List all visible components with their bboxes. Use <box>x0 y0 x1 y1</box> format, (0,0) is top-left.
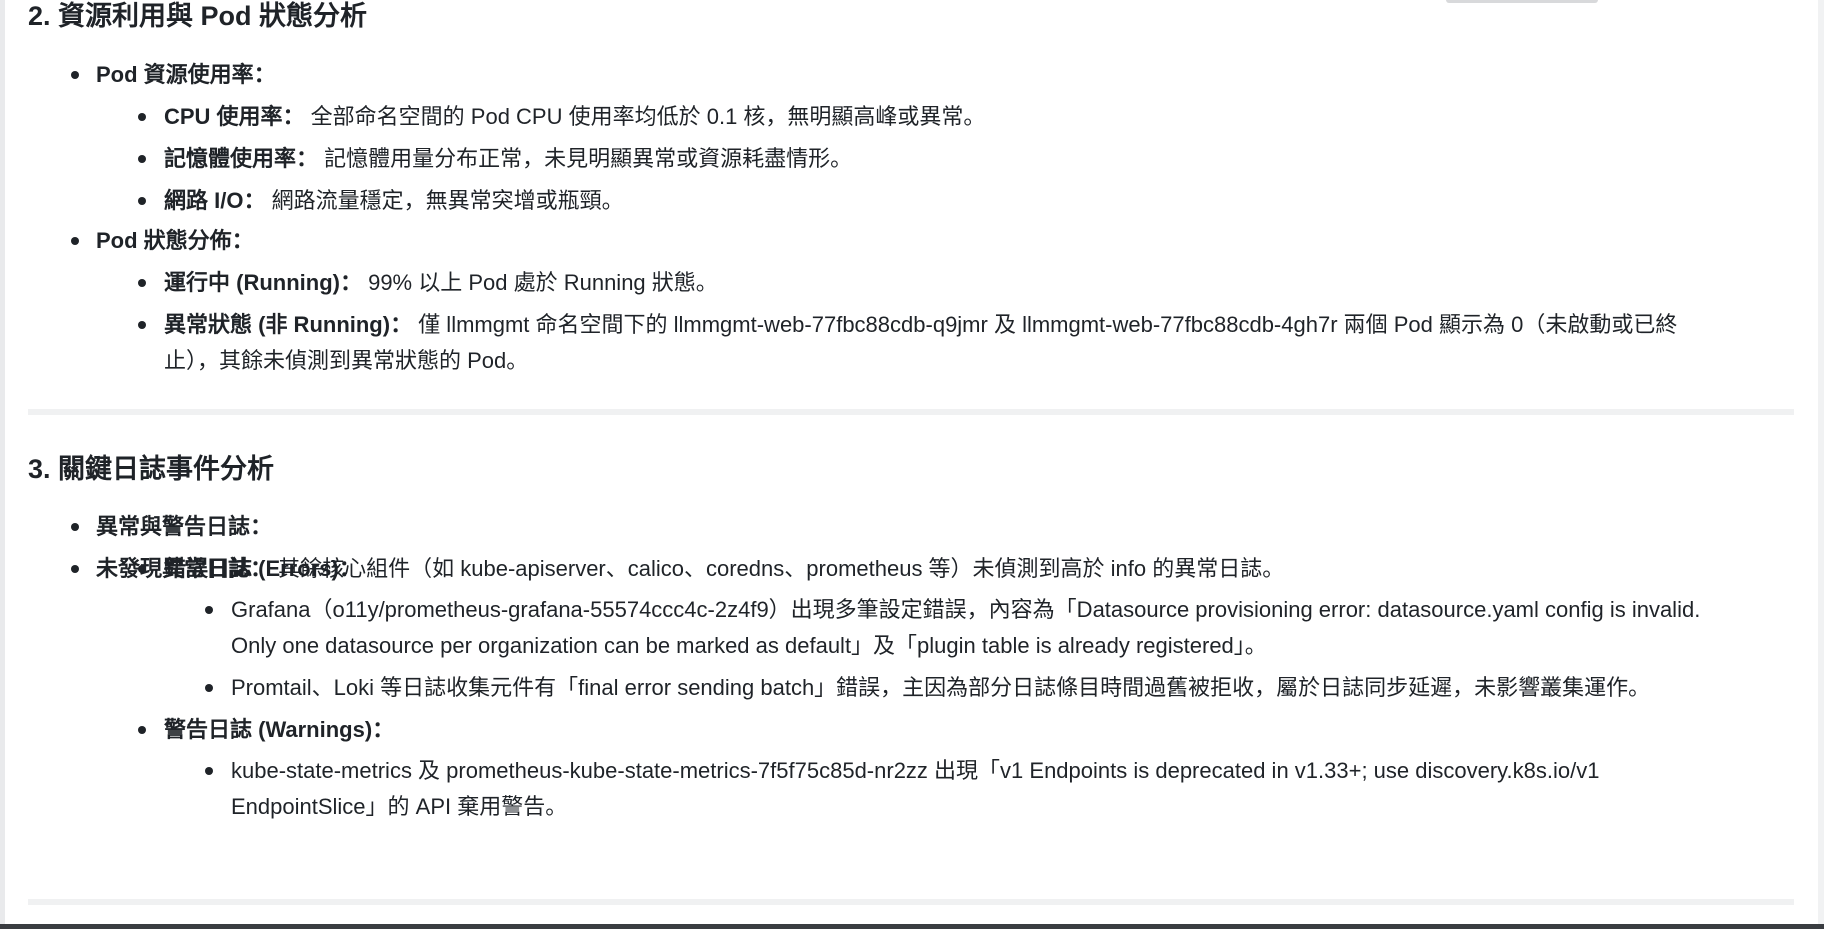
right-scroll-area[interactable] <box>1818 0 1824 929</box>
list-item: Pod 資源使用率： CPU 使用率： 全部命名空間的 Pod CPU 使用率均… <box>28 57 1798 213</box>
item-text: 其餘核心組件（如 kube-apiserver、calico、coredns、p… <box>272 556 1285 581</box>
section-divider <box>28 899 1794 905</box>
floating-toolbar-edge <box>1446 0 1598 3</box>
list-item: 運行中 (Running)： 99% 以上 Pod 處於 Running 狀態。 <box>28 265 1798 307</box>
item-label: 未發現異常日誌： <box>96 556 273 581</box>
item-label: Pod 狀態分佈： <box>96 228 254 253</box>
section-2-list: Pod 資源使用率： CPU 使用率： 全部命名空間的 Pod CPU 使用率均… <box>28 57 1798 213</box>
bottom-bar <box>0 924 1824 929</box>
sub-sub-list: Grafana（o11y/prometheus-grafana-55574ccc… <box>164 592 1798 706</box>
list-item: kube-state-metrics 及 prometheus-kube-sta… <box>28 753 1798 825</box>
list-item: CPU 使用率： 全部命名空間的 Pod CPU 使用率均低於 0.1 核，無明… <box>28 99 1798 141</box>
sub-sub-list: kube-state-metrics 及 prometheus-kube-sta… <box>164 753 1798 825</box>
item-label: 記憶體使用率： <box>164 146 319 171</box>
item-label: 運行中 (Running)： <box>164 270 362 295</box>
item-text: 網路流量穩定，無異常突增或瓶頸。 <box>265 188 624 213</box>
section-3-body: 異常與警告日誌： 錯誤日誌 (Errors)： Grafana（o11y/pro… <box>28 509 1798 819</box>
item-label: 網路 I/O： <box>164 188 266 213</box>
item-text-continued: EndpointSlice」的 API 棄用警告。 <box>231 794 568 819</box>
item-label: Pod 資源使用率： <box>96 62 276 87</box>
sub-list: CPU 使用率： 全部命名空間的 Pod CPU 使用率均低於 0.1 核，無明… <box>96 99 1798 225</box>
list-item: 網路 I/O： 網路流量穩定，無異常突增或瓶頸。 <box>28 183 1798 225</box>
list-item: 警告日誌 (Warnings)： kube-state-metrics 及 pr… <box>28 712 1798 825</box>
item-text-continued: 止），其餘未偵測到異常狀態的 Pod。 <box>164 348 529 373</box>
section-2-body: Pod 資源使用率： CPU 使用率： 全部命名空間的 Pod CPU 使用率均… <box>28 57 1798 213</box>
item-label: 警告日誌 (Warnings)： <box>164 717 395 742</box>
section-3-list: 異常與警告日誌： 錯誤日誌 (Errors)： Grafana（o11y/pro… <box>28 509 1798 819</box>
item-text: 全部命名空間的 Pod CPU 使用率均低於 0.1 核，無明顯高峰或異常。 <box>304 104 986 129</box>
section-2-title: 2. 資源利用與 Pod 狀態分析 <box>28 1 368 31</box>
item-text: kube-state-metrics 及 prometheus-kube-sta… <box>231 758 1600 783</box>
document-viewport: 2. 資源利用與 Pod 狀態分析 Pod 資源使用率： CPU 使用率： 全部… <box>0 0 1824 929</box>
item-text: Grafana（o11y/prometheus-grafana-55574ccc… <box>231 597 1701 622</box>
item-text: Promtail、Loki 等日誌收集元件有「final error sendi… <box>231 675 1651 700</box>
list-item: 未發現異常日誌： 其餘核心組件（如 kube-apiserver、calico、… <box>28 551 1798 587</box>
list-item: 記憶體使用率： 記憶體用量分布正常，未見明顯異常或資源耗盡情形。 <box>28 141 1798 183</box>
sub-list: 錯誤日誌 (Errors)： Grafana（o11y/prometheus-g… <box>96 551 1798 825</box>
list-item: 異常狀態 (非 Running)： 僅 llmmgmt 命名空間下的 llmmg… <box>28 307 1798 379</box>
item-label: CPU 使用率： <box>164 104 305 129</box>
section-3-title: 3. 關鍵日誌事件分析 <box>28 454 275 484</box>
list-item: Pod 狀態分佈： 運行中 (Running)： 99% 以上 Pod 處於 R… <box>28 223 1798 373</box>
section-2-body-b: Pod 狀態分佈： 運行中 (Running)： 99% 以上 Pod 處於 R… <box>28 223 1798 373</box>
list-item: 異常與警告日誌： 錯誤日誌 (Errors)： Grafana（o11y/pro… <box>28 509 1798 819</box>
item-text: 99% 以上 Pod 處於 Running 狀態。 <box>361 270 718 295</box>
section-2-list-b: Pod 狀態分佈： 運行中 (Running)： 99% 以上 Pod 處於 R… <box>28 223 1798 373</box>
list-item: Promtail、Loki 等日誌收集元件有「final error sendi… <box>28 670 1798 706</box>
item-label: 異常與警告日誌： <box>96 514 273 539</box>
item-text: 記憶體用量分布正常，未見明顯異常或資源耗盡情形。 <box>318 146 853 171</box>
item-label: 異常狀態 (非 Running)： <box>164 312 413 337</box>
list-item: Grafana（o11y/prometheus-grafana-55574ccc… <box>28 592 1798 664</box>
sub-list: 運行中 (Running)： 99% 以上 Pod 處於 Running 狀態。… <box>96 265 1798 379</box>
item-text-continued: Only one datasource per organization can… <box>231 633 1267 658</box>
item-text: 僅 llmmgmt 命名空間下的 llmmgmt-web-77fbc88cdb-… <box>412 312 1678 337</box>
section-divider <box>28 409 1794 415</box>
left-border <box>0 0 5 929</box>
